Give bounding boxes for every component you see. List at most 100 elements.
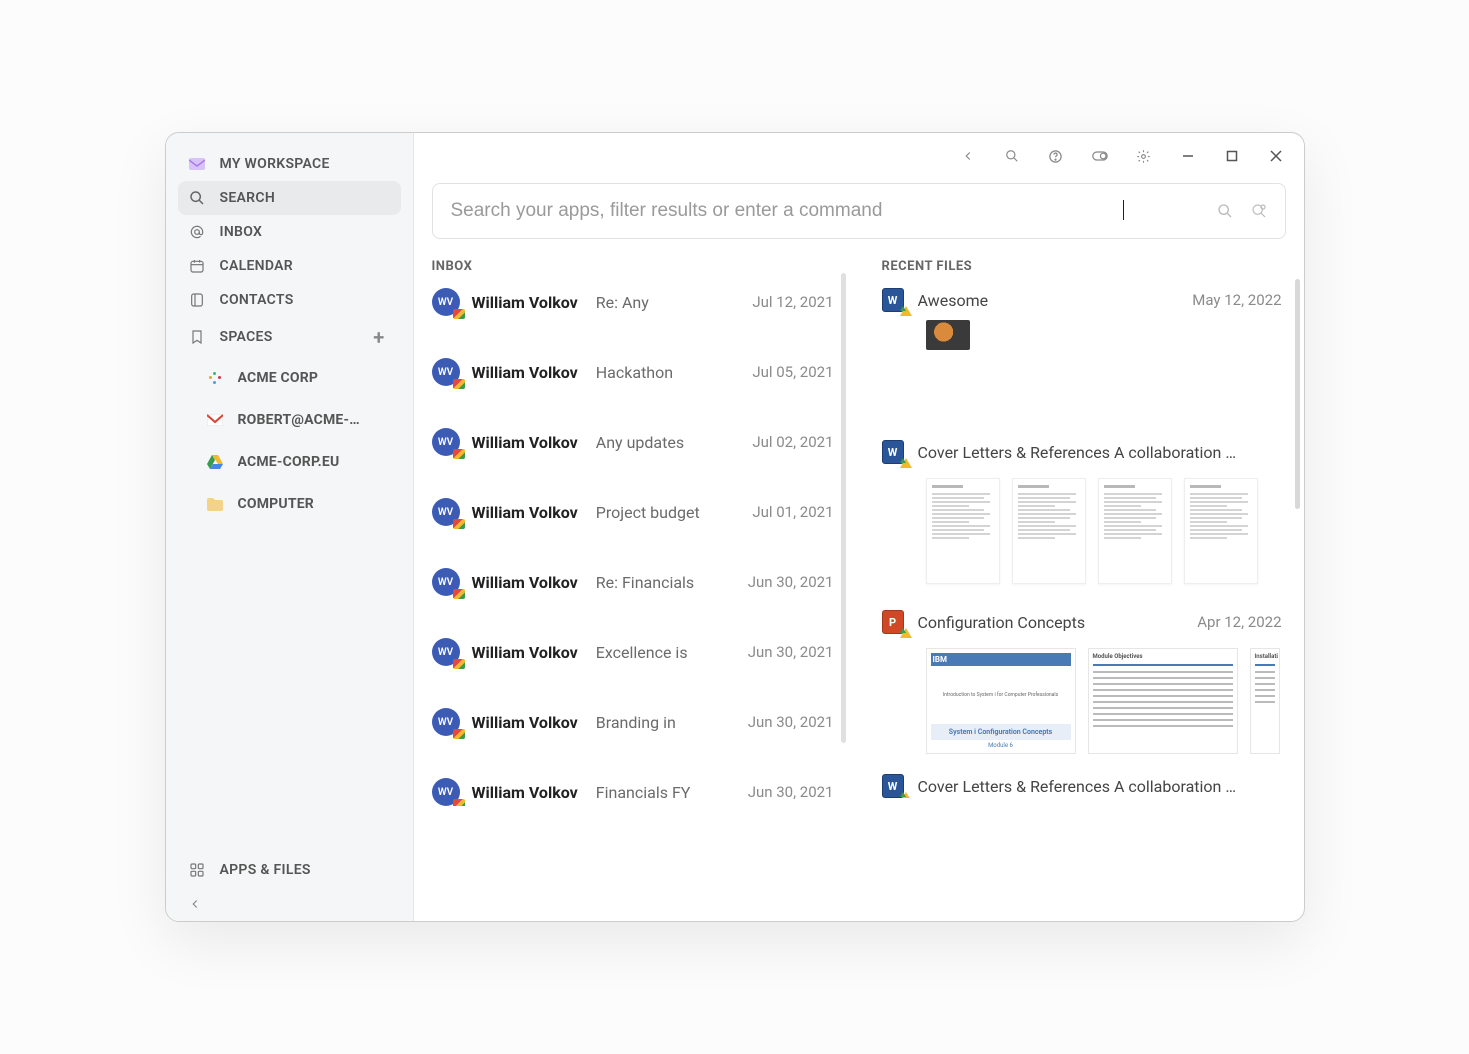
message-date: Jun 30, 2021 xyxy=(748,713,834,731)
word-file-icon: W xyxy=(882,774,906,798)
sidebar-workspace[interactable]: MY WORKSPACE xyxy=(178,147,401,181)
avatar: WV xyxy=(432,498,460,526)
space-label: ROBERT@ACME-… xyxy=(238,412,360,428)
inbox-column: INBOX WV William Volkov Re: Any Jul 12, … xyxy=(432,259,852,921)
message-subject: Any updates xyxy=(596,433,741,452)
sidebar-item-contacts[interactable]: CONTACTS xyxy=(178,283,401,317)
file-date: Apr 12, 2022 xyxy=(1197,613,1281,631)
files-list[interactable]: W Awesome May 12, 2022 W Cover Letters &… xyxy=(882,288,1304,798)
inbox-message[interactable]: WV William Volkov Financials FY Jun 30, … xyxy=(432,778,834,806)
sidebar-item-label: SPACES xyxy=(220,329,273,345)
sidebar-apps-files[interactable]: APPS & FILES xyxy=(178,853,401,887)
avatar: WV xyxy=(432,358,460,386)
avatar: WV xyxy=(432,288,460,316)
file-thumbnail xyxy=(926,320,970,350)
file-name: Cover Letters & References A collaborati… xyxy=(918,443,1270,462)
search-bar[interactable] xyxy=(432,183,1286,239)
message-date: Jun 30, 2021 xyxy=(748,573,834,591)
window-titlebar xyxy=(414,133,1304,173)
window-close-button[interactable] xyxy=(1268,148,1284,164)
avatar: WV xyxy=(432,778,460,806)
inbox-message[interactable]: WV William Volkov Any updates Jul 02, 20… xyxy=(432,428,834,456)
files-header: RECENT FILES xyxy=(882,259,1304,274)
message-subject: Hackathon xyxy=(596,363,741,382)
workspace-icon xyxy=(188,155,206,173)
message-sender: William Volkov xyxy=(472,573,578,592)
settings-button[interactable] xyxy=(1136,148,1152,164)
file-thumbnail xyxy=(1012,478,1086,584)
window-maximize-button[interactable] xyxy=(1224,148,1240,164)
avatar: WV xyxy=(432,638,460,666)
toggle-button[interactable] xyxy=(1092,148,1108,164)
message-sender: William Volkov xyxy=(472,363,578,382)
word-file-icon: W xyxy=(882,288,906,312)
file-item[interactable]: W Awesome May 12, 2022 xyxy=(882,288,1282,430)
search-icon xyxy=(188,189,206,207)
space-computer[interactable]: COMPUTER xyxy=(178,483,401,525)
space-robert[interactable]: ROBERT@ACME-… xyxy=(178,399,401,441)
at-icon xyxy=(188,223,206,241)
inbox-message[interactable]: WV William Volkov Re: Any Jul 12, 2021 xyxy=(432,288,834,316)
avatar: WV xyxy=(432,568,460,596)
message-date: Jul 05, 2021 xyxy=(752,363,833,381)
avatar: WV xyxy=(432,428,460,456)
file-item[interactable]: P Configuration Concepts Apr 12, 2022 IB… xyxy=(882,610,1282,764)
gmail-icon xyxy=(206,411,224,429)
slack-icon xyxy=(206,369,224,387)
sidebar-item-calendar[interactable]: CALENDAR xyxy=(178,249,401,283)
inbox-message[interactable]: WV William Volkov Excellence is Jun 30, … xyxy=(432,638,834,666)
sidebar-item-label: CONTACTS xyxy=(220,292,294,308)
message-sender: William Volkov xyxy=(472,713,578,732)
calendar-icon xyxy=(188,257,206,275)
window-minimize-button[interactable] xyxy=(1180,148,1196,164)
message-sender: William Volkov xyxy=(472,643,578,662)
sidebar-item-spaces[interactable]: SPACES + xyxy=(178,317,401,357)
message-sender: William Volkov xyxy=(472,433,578,452)
search-submit-icon[interactable] xyxy=(1217,203,1233,219)
file-item[interactable]: W Cover Letters & References A collabora… xyxy=(882,774,1282,798)
file-thumbnail: IBM Introduction to System i for Compute… xyxy=(926,648,1076,754)
file-name: Configuration Concepts xyxy=(918,613,1186,632)
word-file-icon: W xyxy=(882,440,906,464)
space-acme[interactable]: ACME CORP xyxy=(178,357,401,399)
search-input[interactable] xyxy=(451,200,1217,222)
message-subject: Branding in xyxy=(596,713,736,732)
toolbar-search-button[interactable] xyxy=(1004,148,1020,164)
message-sender: William Volkov xyxy=(472,503,578,522)
sidebar-back-button[interactable] xyxy=(178,887,401,911)
ppt-file-icon: P xyxy=(882,610,906,634)
app-window: MY WORKSPACE SEARCH INBOX CALENDAR CONTA xyxy=(165,132,1305,922)
message-date: Jul 01, 2021 xyxy=(752,503,833,521)
file-name: Cover Letters & References A collaborati… xyxy=(918,777,1270,796)
nav-back-button[interactable] xyxy=(960,148,976,164)
message-date: Jul 02, 2021 xyxy=(752,433,833,451)
inbox-message[interactable]: WV William Volkov Branding in Jun 30, 20… xyxy=(432,708,834,736)
sidebar: MY WORKSPACE SEARCH INBOX CALENDAR CONTA xyxy=(166,133,414,921)
file-item[interactable]: W Cover Letters & References A collabora… xyxy=(882,440,1282,600)
inbox-message[interactable]: WV William Volkov Hackathon Jul 05, 2021 xyxy=(432,358,834,386)
file-thumbnail xyxy=(926,478,1000,584)
sidebar-item-label: INBOX xyxy=(220,224,263,240)
sidebar-item-inbox[interactable]: INBOX xyxy=(178,215,401,249)
folder-icon xyxy=(206,495,224,513)
add-space-button[interactable]: + xyxy=(373,325,390,349)
scrollbar[interactable] xyxy=(1295,279,1300,509)
message-date: Jun 30, 2021 xyxy=(748,643,834,661)
file-thumbnail: Installati xyxy=(1250,648,1280,754)
sidebar-item-search[interactable]: SEARCH xyxy=(178,181,401,215)
search-settings-icon[interactable] xyxy=(1251,203,1267,219)
message-date: Jul 12, 2021 xyxy=(752,293,833,311)
scrollbar[interactable] xyxy=(841,273,846,743)
inbox-message[interactable]: WV William Volkov Project budget Jul 01,… xyxy=(432,498,834,526)
sidebar-item-label: CALENDAR xyxy=(220,258,293,274)
help-button[interactable] xyxy=(1048,148,1064,164)
inbox-list[interactable]: WV William Volkov Re: Any Jul 12, 2021 W… xyxy=(432,288,852,806)
contacts-icon xyxy=(188,291,206,309)
message-sender: William Volkov xyxy=(472,783,578,802)
message-date: Jun 30, 2021 xyxy=(748,783,834,801)
space-label: ACME CORP xyxy=(238,370,319,386)
inbox-message[interactable]: WV William Volkov Re: Financials Jun 30,… xyxy=(432,568,834,596)
sidebar-item-label: SEARCH xyxy=(220,190,276,206)
files-column: RECENT FILES W Awesome May 12, 2022 W Co… xyxy=(882,259,1304,921)
space-acmecorp[interactable]: ACME-CORP.EU xyxy=(178,441,401,483)
